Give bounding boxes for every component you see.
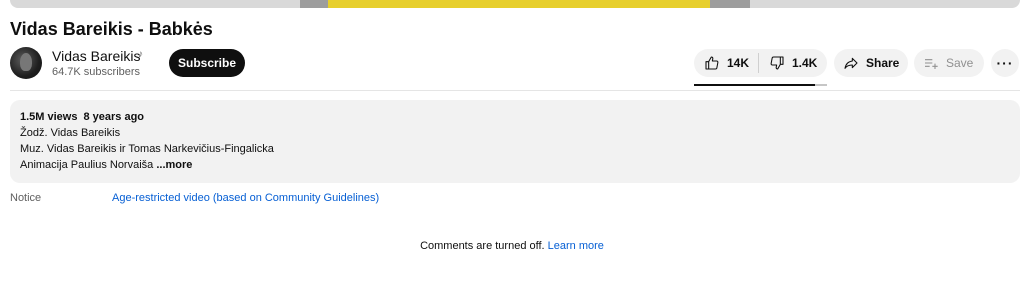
save-button[interactable]: Save	[914, 49, 984, 77]
thumbs-up-icon	[705, 56, 719, 70]
add-to-playlist-icon	[925, 59, 938, 69]
dislike-button[interactable]: 1.4K	[759, 49, 817, 77]
description-box[interactable]: 1.5M views 8 years ago Žodž. Vidas Bareik…	[10, 100, 1020, 183]
divider	[10, 90, 1020, 91]
video-meta: 1.5M views 8 years ago	[20, 109, 1010, 125]
learn-more-link[interactable]: Learn more	[548, 240, 604, 252]
video-player-bottom-edge[interactable]	[10, 0, 1020, 8]
video-title: Vidas Bareikis - Babkės	[10, 19, 213, 39]
like-ratio-bar	[694, 84, 827, 86]
more-horizontal-icon: ···	[996, 55, 1014, 71]
subscriber-count: 64.7K subscribers	[52, 66, 141, 78]
description-line: Animacija Paulius Norvaiša ...more	[20, 157, 1010, 173]
save-label: Save	[946, 56, 974, 70]
like-ratio-fill	[694, 84, 816, 86]
description-line-text: Animacija Paulius Norvaiša	[20, 159, 154, 171]
share-button[interactable]: Share	[834, 49, 908, 77]
comments-off-message: Comments are turned off. Learn more	[0, 240, 1024, 252]
channel-avatar[interactable]	[10, 47, 42, 79]
more-actions-button[interactable]: ···	[991, 49, 1019, 77]
age-restriction-link[interactable]: Age-restricted video (based on Community…	[112, 192, 379, 204]
share-icon	[844, 57, 858, 69]
like-count: 14K	[727, 56, 750, 70]
comments-off-text: Comments are turned off.	[420, 240, 545, 252]
thumbnail-shape	[710, 0, 750, 8]
upload-age: 8 years ago	[83, 111, 145, 123]
dislike-count: 1.4K	[792, 56, 818, 70]
notice-label: Notice	[10, 192, 42, 204]
thumbnail-shape	[328, 0, 718, 8]
subscribe-button[interactable]: Subscribe	[169, 49, 245, 77]
description-line: Žodž. Vidas Bareikis	[20, 127, 121, 139]
share-label: Share	[866, 56, 900, 70]
music-note-icon: ♪	[138, 49, 143, 60]
description-line: Muz. Vidas Bareikis ir Tomas Narkevičius…	[20, 143, 274, 155]
channel-name-link[interactable]: Vidas Bareikis	[52, 47, 140, 65]
like-dislike-group: 14K 1.4K	[694, 49, 827, 77]
view-count: 1.5M views	[20, 111, 78, 123]
thumbs-down-icon	[770, 56, 784, 70]
like-button[interactable]: 14K	[694, 49, 758, 77]
show-more-link[interactable]: ...more	[156, 159, 192, 171]
